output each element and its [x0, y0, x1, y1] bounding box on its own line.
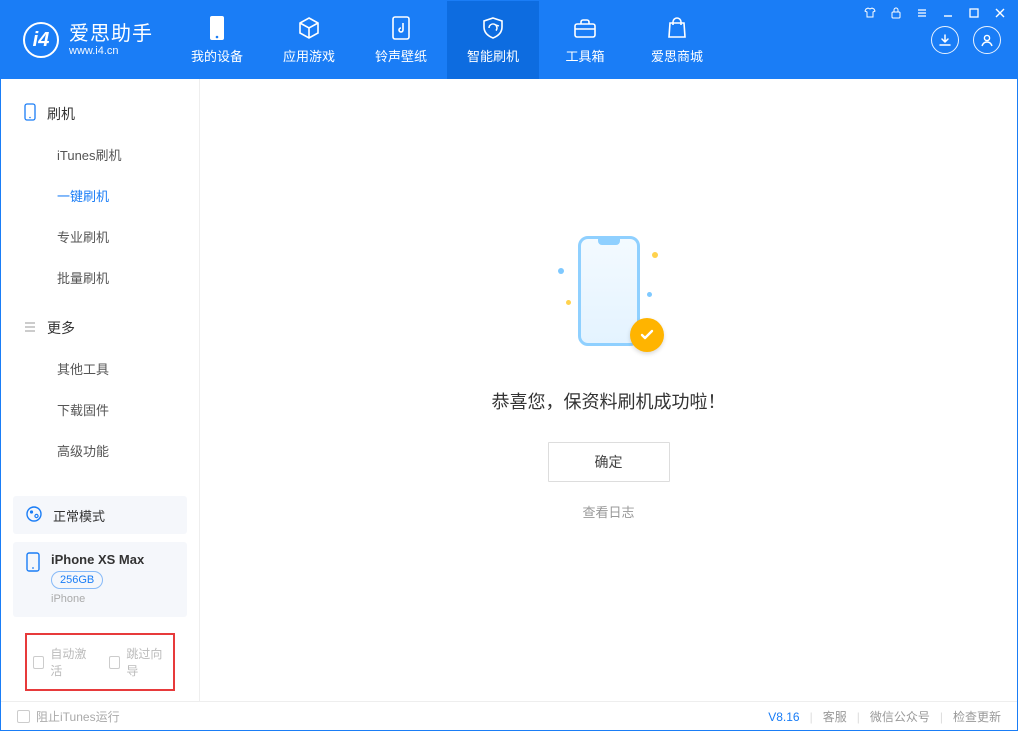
checkbox-auto-activate[interactable]: 自动激活: [33, 645, 91, 679]
app-subtitle: www.i4.cn: [69, 45, 153, 57]
user-icon[interactable]: [973, 26, 1001, 54]
toolbox-icon: [572, 15, 598, 41]
main-content: 恭喜您，保资料刷机成功啦！ 确定 查看日志: [200, 79, 1017, 701]
cube-icon: [296, 15, 322, 41]
view-log-link[interactable]: 查看日志: [582, 502, 634, 521]
checkbox-label: 自动激活: [50, 645, 91, 679]
sidebar-item-advanced[interactable]: 高级功能: [1, 430, 199, 471]
music-file-icon: [388, 15, 414, 41]
status-bar: 阻止iTunes运行 V8.16 | 客服 | 微信公众号 | 检查更新: [1, 701, 1017, 731]
mode-label: 正常模式: [53, 506, 105, 525]
list-icon: [23, 320, 37, 337]
app-logo: i4 爱思助手 www.i4.cn: [1, 1, 171, 79]
device-capacity-badge: 256GB: [51, 571, 103, 589]
checkbox-label: 阻止iTunes运行: [36, 708, 120, 725]
refresh-shield-icon: [480, 15, 506, 41]
bag-icon: [664, 15, 690, 41]
tab-label: 智能刷机: [467, 46, 519, 65]
tab-apps-games[interactable]: 应用游戏: [263, 1, 355, 79]
success-message: 恭喜您，保资料刷机成功啦！: [492, 388, 726, 414]
maximize-icon[interactable]: [966, 6, 982, 20]
checkbox-block-itunes[interactable]: 阻止iTunes运行: [17, 708, 120, 725]
window-controls: [862, 6, 1008, 20]
sidebar-item-download-firmware[interactable]: 下载固件: [1, 389, 199, 430]
tab-label: 工具箱: [565, 46, 604, 65]
lock-icon[interactable]: [888, 6, 904, 20]
device-sub: iPhone: [51, 593, 144, 605]
device-name: iPhone XS Max: [51, 552, 144, 567]
mode-card[interactable]: 正常模式: [13, 496, 187, 534]
mode-icon: [25, 505, 43, 526]
version-label: V8.16: [768, 710, 799, 724]
success-illustration: [554, 230, 664, 360]
tab-store[interactable]: 爱思商城: [631, 1, 723, 79]
tab-label: 应用游戏: [283, 46, 335, 65]
tab-smart-flash[interactable]: 智能刷机: [447, 1, 539, 79]
tab-label: 我的设备: [191, 46, 243, 65]
sidebar-item-pro-flash[interactable]: 专业刷机: [1, 216, 199, 257]
tab-my-device[interactable]: 我的设备: [171, 1, 263, 79]
header-tabs: 我的设备 应用游戏 铃声壁纸 智能刷机 工具箱 爱思商城: [171, 1, 723, 79]
sidebar-group-title: 更多: [47, 318, 75, 338]
tab-toolbox[interactable]: 工具箱: [539, 1, 631, 79]
sidebar-group-more: 更多: [1, 308, 199, 348]
sidebar: 刷机 iTunes刷机 一键刷机 专业刷机 批量刷机 更多 其他工具 下载固件 …: [1, 79, 200, 701]
checkbox-skip-guide[interactable]: 跳过向导: [109, 645, 167, 679]
sidebar-group-title: 刷机: [47, 104, 75, 124]
ok-button[interactable]: 确定: [548, 442, 670, 482]
status-link-wechat[interactable]: 微信公众号: [870, 708, 930, 725]
app-header: i4 爱思助手 www.i4.cn 我的设备 应用游戏 铃声壁纸 智能刷机 工具…: [1, 1, 1017, 79]
download-icon[interactable]: [931, 26, 959, 54]
sidebar-item-itunes-flash[interactable]: iTunes刷机: [1, 134, 199, 175]
device-card[interactable]: iPhone XS Max 256GB iPhone: [13, 542, 187, 617]
device-icon: [204, 15, 230, 41]
flash-options-box: 自动激活 跳过向导: [25, 633, 175, 691]
check-badge-icon: [630, 318, 664, 352]
tab-ringtones-wallpapers[interactable]: 铃声壁纸: [355, 1, 447, 79]
close-icon[interactable]: [992, 6, 1008, 20]
sidebar-item-batch-flash[interactable]: 批量刷机: [1, 257, 199, 298]
sidebar-item-other-tools[interactable]: 其他工具: [1, 348, 199, 389]
status-link-check-update[interactable]: 检查更新: [953, 708, 1001, 725]
device-small-icon: [25, 552, 41, 605]
shirt-icon[interactable]: [862, 6, 878, 20]
tab-label: 爱思商城: [651, 46, 703, 65]
tab-label: 铃声壁纸: [375, 46, 427, 65]
status-link-support[interactable]: 客服: [823, 708, 847, 725]
app-title: 爱思助手: [69, 23, 153, 45]
logo-badge-icon: i4: [23, 22, 59, 58]
sidebar-group-flash: 刷机: [1, 93, 199, 134]
checkbox-label: 跳过向导: [126, 645, 167, 679]
menu-icon[interactable]: [914, 6, 930, 20]
phone-small-icon: [23, 103, 37, 124]
minimize-icon[interactable]: [940, 6, 956, 20]
sidebar-item-onekey-flash[interactable]: 一键刷机: [1, 175, 199, 216]
